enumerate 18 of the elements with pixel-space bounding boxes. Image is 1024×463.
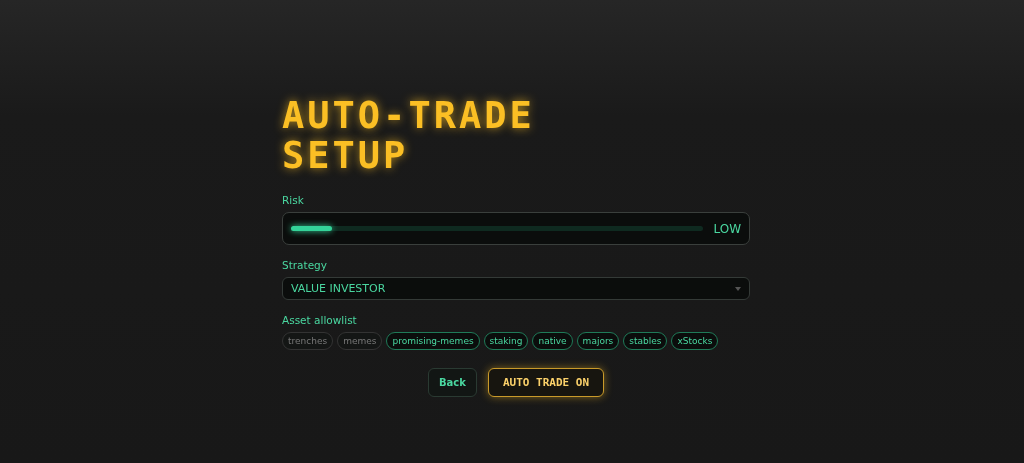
strategy-label: Strategy — [282, 259, 327, 271]
asset-chip[interactable]: trenches — [282, 332, 334, 350]
back-button[interactable]: Back — [427, 368, 477, 397]
asset-chip[interactable]: memes — [337, 332, 383, 350]
auto-trade-button[interactable]: AUTO TRADE ON — [487, 368, 604, 397]
asset-chip[interactable]: majors — [576, 332, 620, 350]
asset-chip[interactable]: native — [532, 332, 573, 350]
asset-chip[interactable]: xStocks — [671, 332, 719, 350]
caret-icon — [735, 286, 741, 291]
asset-chip[interactable]: staking — [483, 332, 529, 350]
asset-chip[interactable]: stables — [623, 332, 668, 350]
risk-reading: LOW — [713, 221, 741, 236]
strategy-dropdown[interactable]: VALUE INVESTOR — [282, 277, 750, 300]
risk-label: Risk — [282, 194, 304, 206]
allowlist-label: Asset allowlist — [282, 314, 357, 326]
page-title: AUTO-TRADE SETUP — [282, 96, 536, 176]
risk-slider[interactable]: LOW — [282, 212, 750, 245]
asset-chip[interactable]: promising-memes — [386, 332, 480, 350]
